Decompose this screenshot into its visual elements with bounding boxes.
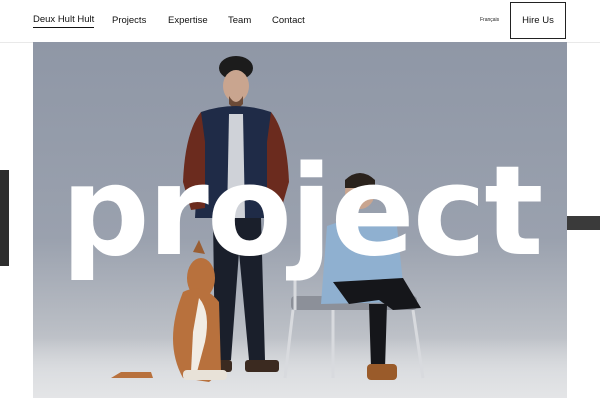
nav-expertise[interactable]: Expertise [168,15,208,26]
hero-image[interactable]: project [33,42,567,398]
nav-contact[interactable]: Contact [272,15,305,26]
nav-team[interactable]: Team [228,15,251,26]
top-navigation-bar: Deux Hult Hult Projects Expertise Team C… [0,0,600,43]
side-scroll-indicator-right[interactable] [567,216,600,230]
hero-headline: project [61,140,543,284]
site-logo-link[interactable]: Deux Hult Hult [33,14,95,28]
language-switch-link[interactable]: Français [480,17,499,23]
hire-us-button[interactable]: Hire Us [510,2,566,39]
nav-projects[interactable]: Projects [112,15,146,26]
side-scroll-indicator-left[interactable] [0,170,9,266]
